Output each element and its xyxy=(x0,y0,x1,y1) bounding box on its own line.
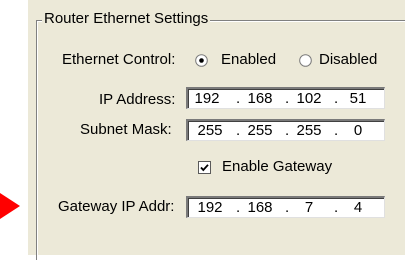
enabled-radio[interactable] xyxy=(195,54,208,67)
subnet-octet-2[interactable]: 255 xyxy=(240,122,280,140)
gateway-octet-3[interactable]: 7 xyxy=(289,199,329,217)
ip-address-label: IP Address: xyxy=(99,91,176,108)
subnet-octet-1[interactable]: 255 xyxy=(190,122,230,140)
ip-address-field[interactable]: 192 . 168 . 102 . 51 xyxy=(186,87,385,109)
ethernet-control-label: Ethernet Control: xyxy=(62,51,176,68)
gateway-octet-2[interactable]: 168 xyxy=(240,199,280,217)
subnet-octet-4[interactable]: 0 xyxy=(338,122,378,140)
ip-octet-2[interactable]: 168 xyxy=(240,90,280,108)
disabled-radio[interactable] xyxy=(299,54,312,67)
subnet-mask-label: Subnet Mask: xyxy=(80,121,172,138)
enable-gateway-label[interactable]: Enable Gateway xyxy=(222,158,332,176)
ip-octet-4[interactable]: 51 xyxy=(338,90,378,108)
enable-gateway-checkbox[interactable] xyxy=(198,161,211,174)
disabled-label[interactable]: Disabled xyxy=(319,51,377,69)
gateway-octet-1[interactable]: 192 xyxy=(190,199,230,217)
ip-octet-3[interactable]: 102 xyxy=(289,90,329,108)
gateway-ip-field[interactable]: 192 . 168 . 7 . 4 xyxy=(186,196,385,218)
group-title: Router Ethernet Settings xyxy=(42,10,211,28)
radio-dot-icon xyxy=(199,58,204,63)
gateway-octet-4[interactable]: 4 xyxy=(338,199,378,217)
ip-octet-1[interactable]: 192 xyxy=(190,90,224,108)
gateway-ip-label: Gateway IP Addr: xyxy=(58,198,175,215)
enabled-label[interactable]: Enabled xyxy=(221,51,276,69)
pointer-arrow-icon xyxy=(0,193,22,223)
subnet-octet-3[interactable]: 255 xyxy=(289,122,329,140)
subnet-mask-field[interactable]: 255 . 255 . 255 . 0 xyxy=(186,119,385,141)
